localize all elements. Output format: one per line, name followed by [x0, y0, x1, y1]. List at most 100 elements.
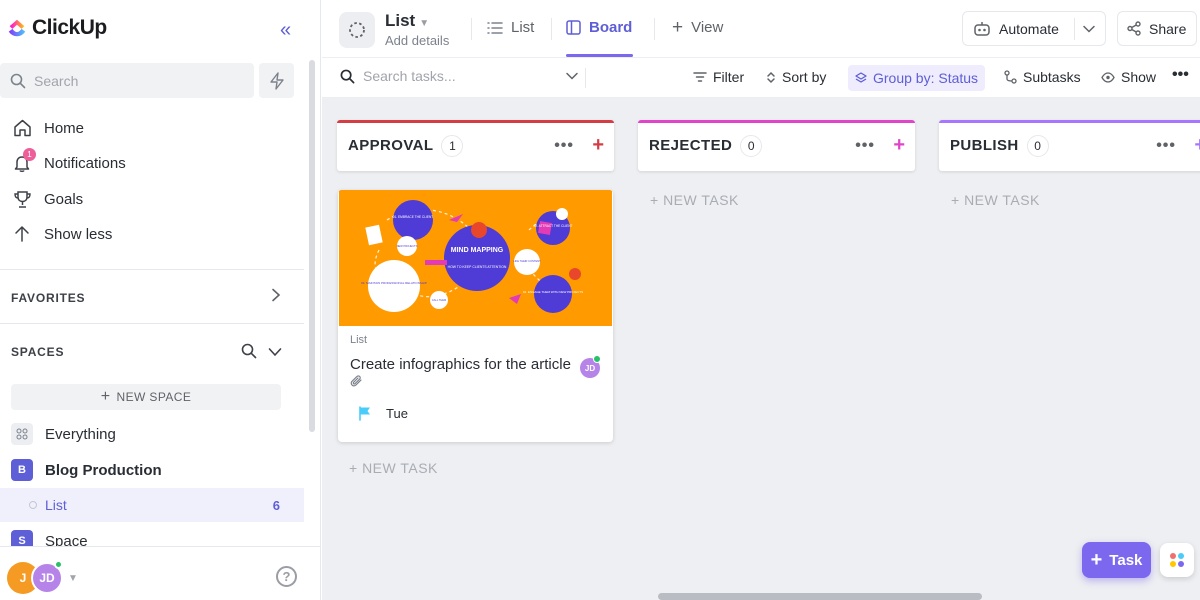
column-header-approval[interactable]: APPROVAL 1 ••• +: [337, 120, 614, 171]
sidebar-scrollbar[interactable]: [309, 60, 315, 432]
task-count: 6: [272, 497, 280, 513]
task-search[interactable]: [340, 68, 579, 84]
button-divider: [1074, 18, 1075, 40]
search-spaces-icon[interactable]: [241, 343, 257, 364]
spaces-heading: SPACES: [11, 345, 65, 359]
column-menu-icon[interactable]: •••: [554, 137, 574, 155]
favorites-heading[interactable]: FAVORITES: [11, 291, 85, 305]
status-color-bar: [638, 120, 915, 123]
header-divider: [471, 18, 472, 40]
list-icon: [487, 21, 503, 34]
mind-map-title: MIND MAPPING: [451, 247, 504, 254]
bell-icon: 1: [12, 148, 36, 173]
new-task-button[interactable]: + NEW TASK: [650, 192, 739, 208]
sort-label: Sort by: [782, 69, 827, 85]
tab-label: View: [691, 19, 724, 36]
header-divider: [551, 18, 552, 40]
filter-button[interactable]: Filter: [693, 69, 744, 85]
fab-label: Task: [1109, 551, 1143, 569]
due-date[interactable]: Tue: [358, 406, 408, 421]
chevron-right-icon[interactable]: [270, 288, 282, 307]
new-space-button[interactable]: + NEW SPACE: [11, 384, 281, 410]
list-settings-button[interactable]: [339, 12, 375, 48]
collapse-sidebar-icon[interactable]: «: [280, 20, 291, 40]
attachment-icon: [350, 375, 362, 387]
dashed-circle-icon: [349, 22, 365, 38]
column-menu-icon[interactable]: •••: [1156, 137, 1176, 155]
apps-grid-icon: [1170, 553, 1184, 567]
subtasks-button[interactable]: Subtasks: [1004, 69, 1081, 85]
show-button[interactable]: Show: [1101, 69, 1156, 85]
add-task-plus-icon[interactable]: +: [592, 134, 604, 157]
app-logo[interactable]: ClickUp: [6, 16, 107, 40]
mind-map-node: LIKE THEIR CONTENT: [513, 259, 541, 263]
add-task-plus-icon[interactable]: +: [1194, 134, 1200, 157]
new-task-button[interactable]: + NEW TASK: [349, 460, 438, 476]
sidebar-item-label: Home: [44, 119, 85, 137]
group-by-button[interactable]: Group by: Status: [848, 65, 986, 91]
sidebar-item-everything[interactable]: Everything: [11, 422, 116, 446]
sidebar-space-space[interactable]: S Space: [11, 530, 88, 546]
add-task-plus-icon[interactable]: +: [893, 134, 905, 157]
active-tab-indicator: [566, 54, 633, 57]
add-view-button[interactable]: + View: [672, 18, 724, 37]
column-menu-icon[interactable]: •••: [855, 137, 875, 155]
chevron-down-icon[interactable]: [1082, 23, 1096, 35]
sidebar-divider: [0, 269, 304, 270]
chevron-down-icon[interactable]: [565, 70, 579, 82]
sidebar-item-label: Notifications: [44, 154, 126, 172]
mind-map-illustration: MIND MAPPING HOW TO KEEP CLIENTS ATTENTI…: [339, 190, 612, 326]
online-status-dot: [593, 355, 601, 363]
tab-board[interactable]: Board: [566, 19, 632, 36]
add-details-link[interactable]: Add details: [385, 33, 449, 48]
sort-button[interactable]: Sort by: [766, 69, 826, 85]
sidebar-search[interactable]: [0, 63, 254, 98]
filter-label: Filter: [713, 69, 745, 85]
sidebar-item-label: Everything: [45, 425, 116, 443]
new-task-button[interactable]: + NEW TASK: [951, 192, 1040, 208]
sort-icon: [767, 71, 775, 83]
help-icon[interactable]: ?: [276, 566, 297, 587]
task-search-input[interactable]: [363, 68, 553, 84]
sidebar-item-goals[interactable]: Goals: [12, 187, 83, 211]
tab-list[interactable]: List: [487, 19, 534, 36]
task-cover-image: MIND MAPPING HOW TO KEEP CLIENTS ATTENTI…: [339, 190, 612, 326]
page-title[interactable]: List ▼: [385, 11, 429, 31]
task-card[interactable]: MIND MAPPING HOW TO KEEP CLIENTS ATTENTI…: [338, 190, 613, 442]
space-avatar: B: [11, 459, 33, 481]
caret-down-icon[interactable]: ▼: [68, 573, 78, 584]
home-icon: [12, 118, 32, 138]
more-options-icon[interactable]: •••: [1172, 66, 1189, 84]
view-header: List ▼ Add details List Board + View Auto…: [322, 0, 1200, 58]
sidebar-list-item[interactable]: List 6: [0, 488, 304, 522]
chevron-down-icon[interactable]: [268, 345, 282, 363]
sidebar-item-home[interactable]: Home: [12, 116, 84, 140]
sidebar-search-input[interactable]: [34, 72, 234, 89]
sidebar-item-notifications[interactable]: 1 Notifications: [12, 148, 126, 175]
apps-button[interactable]: [1160, 543, 1194, 577]
column-header-publish[interactable]: PUBLISH 0 ••• +: [939, 120, 1200, 171]
column-count-badge: 0: [1026, 134, 1049, 157]
layers-icon: [855, 71, 867, 83]
card-title[interactable]: Create infographics for the article: [350, 356, 575, 390]
eye-icon: [1101, 71, 1115, 83]
new-task-fab[interactable]: + Task: [1082, 542, 1151, 578]
column-count-badge: 1: [441, 134, 464, 157]
toolbar-divider: [585, 68, 586, 88]
mind-map-node: 01. EMBRACE THE CLIENT: [393, 215, 434, 219]
column-title: APPROVAL: [348, 137, 434, 154]
subtasks-icon: [1004, 70, 1017, 84]
sidebar-item-label: Goals: [44, 190, 84, 208]
lightning-icon: [269, 71, 284, 90]
automate-button[interactable]: Automate: [962, 11, 1106, 46]
quick-actions-button[interactable]: [259, 63, 294, 98]
clickup-logo-icon: [8, 19, 26, 37]
horizontal-scrollbar[interactable]: [658, 593, 982, 600]
search-icon: [340, 69, 355, 83]
share-button[interactable]: Share: [1117, 11, 1197, 46]
card-list-name: List: [350, 334, 368, 346]
sidebar-space-blog-production[interactable]: B Blog Production: [11, 458, 162, 482]
column-header-rejected[interactable]: REJECTED 0 ••• +: [638, 120, 915, 171]
list-status-icon: [29, 501, 37, 509]
sidebar-item-show-less[interactable]: Show less: [12, 222, 112, 246]
